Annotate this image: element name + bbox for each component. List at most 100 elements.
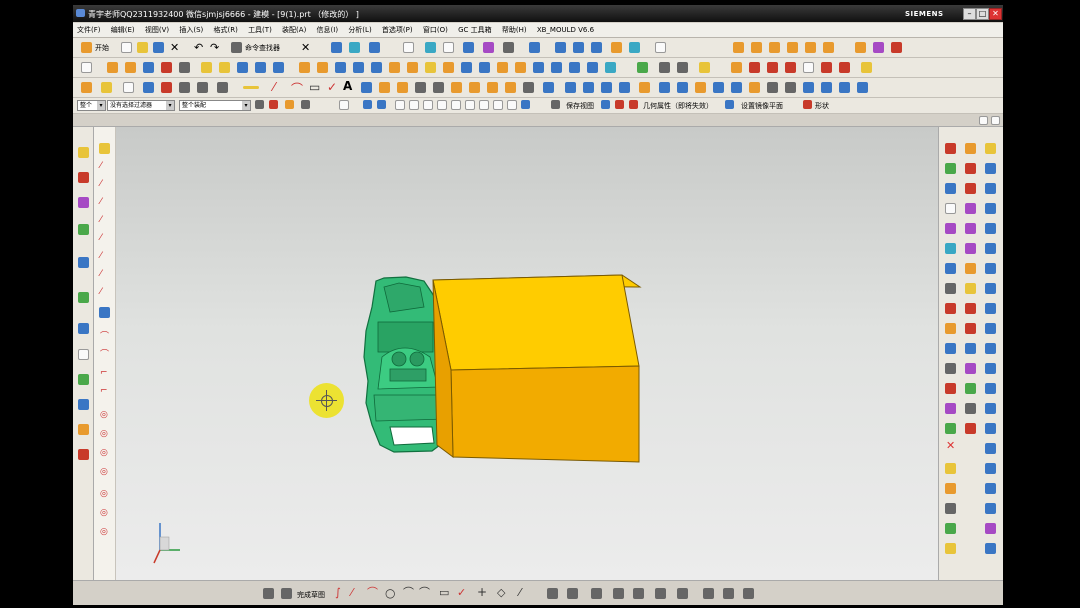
system-materials-icon[interactable] xyxy=(78,349,89,360)
geometry-properties-button[interactable]: 几何属性（即将失效） xyxy=(643,101,713,111)
right-col3-tool-16-icon[interactable] xyxy=(985,443,996,454)
right-col2-tool-10-icon[interactable] xyxy=(965,323,976,334)
snap-control-point-icon[interactable] xyxy=(423,100,433,110)
mold-tool-8-icon[interactable] xyxy=(873,42,884,53)
right-col3-tool-17-icon[interactable] xyxy=(985,463,996,474)
subtract-icon[interactable] xyxy=(317,62,328,73)
chamfer-icon-bottom[interactable]: ⌒ xyxy=(419,587,430,598)
unite-icon[interactable] xyxy=(299,62,310,73)
curve-tool-8-icon[interactable] xyxy=(861,62,872,73)
surface-tool-7-icon[interactable] xyxy=(659,82,670,93)
redo-icon[interactable]: ↷ xyxy=(210,41,219,54)
mold-tool-3-icon[interactable] xyxy=(769,42,780,53)
edge-blend-icon[interactable] xyxy=(425,62,436,73)
thicken-icon[interactable] xyxy=(515,62,526,73)
surface-tool-12-icon[interactable] xyxy=(749,82,760,93)
show-hide-icon[interactable] xyxy=(161,82,172,93)
surface-tool-17-icon[interactable] xyxy=(839,82,850,93)
reuse-library-icon[interactable] xyxy=(78,224,89,235)
hatch-icon[interactable] xyxy=(217,82,228,93)
snap-tangent-icon[interactable] xyxy=(451,100,461,110)
select-face-icon[interactable] xyxy=(269,100,278,109)
right-col2-tool-14-icon[interactable] xyxy=(965,403,976,414)
assembly-scope-select[interactable]: 整个装配 xyxy=(179,100,251,111)
shell-icon[interactable] xyxy=(407,62,418,73)
mold-tool-6-icon[interactable] xyxy=(823,42,834,53)
assembly-navigator-icon[interactable] xyxy=(78,172,89,183)
curve-tool-3-icon[interactable] xyxy=(767,62,778,73)
surface-tool-13-icon[interactable] xyxy=(767,82,778,93)
right-tool-2-icon[interactable] xyxy=(945,163,956,174)
helix-icon[interactable] xyxy=(379,82,390,93)
resize-blend-icon[interactable] xyxy=(699,62,710,73)
select-region-icon[interactable] xyxy=(339,100,349,110)
save-view-button[interactable]: 保存视图 xyxy=(566,101,594,111)
right-col3-tool-5-icon[interactable] xyxy=(985,223,996,234)
menu-insert[interactable]: 插入(S) xyxy=(175,23,207,37)
relations-icon-bottom[interactable] xyxy=(677,588,688,599)
paste-icon[interactable] xyxy=(349,42,360,53)
right-col2-tool-8-icon[interactable] xyxy=(965,283,976,294)
more3-icon-bottom[interactable] xyxy=(743,588,754,599)
right-tool-9-icon[interactable] xyxy=(945,303,956,314)
block-icon[interactable] xyxy=(255,62,266,73)
process-studio-icon[interactable] xyxy=(78,374,89,385)
view-front-icon[interactable] xyxy=(555,42,566,53)
panel-close-icon[interactable] xyxy=(991,116,1000,125)
curve-tool-1-icon[interactable] xyxy=(731,62,742,73)
right-tool-16-icon[interactable]: ✕ xyxy=(946,440,955,451)
bridge-curve-icon[interactable] xyxy=(451,82,462,93)
mold-tool-2-icon[interactable] xyxy=(751,42,762,53)
trim-body-icon[interactable] xyxy=(353,62,364,73)
surface-tool-15-icon[interactable] xyxy=(803,82,814,93)
right-col3-tool-2-icon[interactable] xyxy=(985,163,996,174)
mold-tool-1-icon[interactable] xyxy=(733,42,744,53)
mold-tool-7-icon[interactable] xyxy=(855,42,866,53)
curve-tool-4-icon[interactable] xyxy=(785,62,796,73)
select-feature-icon[interactable] xyxy=(255,100,264,109)
intersect-icon[interactable] xyxy=(335,62,346,73)
right-tool-11-icon[interactable] xyxy=(945,343,956,354)
yellow-block[interactable] xyxy=(432,274,642,463)
right-col2-tool-2-icon[interactable] xyxy=(965,163,976,174)
web-browser-icon[interactable] xyxy=(78,257,89,268)
render-style-icon[interactable] xyxy=(503,42,514,53)
extrude-icon[interactable] xyxy=(107,62,118,73)
right-tool-18-icon[interactable] xyxy=(945,483,956,494)
right-col2-tool-4-icon[interactable] xyxy=(965,203,976,214)
grid-icon[interactable] xyxy=(197,82,208,93)
mold-tool-5-icon[interactable] xyxy=(805,42,816,53)
right-col3-tool-21-icon[interactable] xyxy=(985,543,996,554)
delete-icon[interactable]: ✕ xyxy=(301,41,310,54)
arc-icon[interactable]: ⌒ xyxy=(291,80,303,97)
menu-assembly[interactable]: 装配(A) xyxy=(278,23,310,37)
right-tool-7-icon[interactable] xyxy=(945,263,956,274)
arc-icon-bottom[interactable]: ⌒ xyxy=(367,587,378,598)
right-col3-tool-12-icon[interactable] xyxy=(985,363,996,374)
menu-help[interactable]: 帮助(H) xyxy=(498,23,531,37)
extend-curve-icon[interactable] xyxy=(523,82,534,93)
spline-icon[interactable] xyxy=(361,82,372,93)
right-tool-14-icon[interactable] xyxy=(945,403,956,414)
chamfer-icon[interactable] xyxy=(443,62,454,73)
text-icon[interactable]: A xyxy=(343,79,352,93)
select-edge-icon[interactable] xyxy=(301,100,310,109)
right-col3-tool-7-icon[interactable] xyxy=(985,263,996,274)
right-col3-tool-8-icon[interactable] xyxy=(985,283,996,294)
right-col3-tool-4-icon[interactable] xyxy=(985,203,996,214)
surface-tool-18-icon[interactable] xyxy=(857,82,868,93)
polygon-icon-bottom[interactable]: ✓ xyxy=(457,587,466,598)
right-col2-tool-3-icon[interactable] xyxy=(965,183,976,194)
display-icon-bottom[interactable] xyxy=(655,588,666,599)
background-icon[interactable] xyxy=(655,42,666,53)
shape-button[interactable]: 形状 xyxy=(815,101,829,111)
graphics-viewport[interactable]: ⁄ ⁄ ⁄ ⁄ ⁄ ⁄ ⁄ ⁄ ⌒ ⌒ ⌐ ⌐ ◎ ◎ ◎ ◎ ◎ ◎ ◎ xyxy=(94,127,938,580)
datum-plane-icon[interactable] xyxy=(101,82,112,93)
surface-tool-6-icon[interactable] xyxy=(639,82,650,93)
right-tool-15-icon[interactable] xyxy=(945,423,956,434)
start-icon[interactable] xyxy=(81,42,92,53)
right-tool-19-icon[interactable] xyxy=(945,503,956,514)
navigator-icon[interactable] xyxy=(78,147,89,158)
pattern-icon[interactable] xyxy=(479,62,490,73)
right-col2-tool-12-icon[interactable] xyxy=(965,363,976,374)
